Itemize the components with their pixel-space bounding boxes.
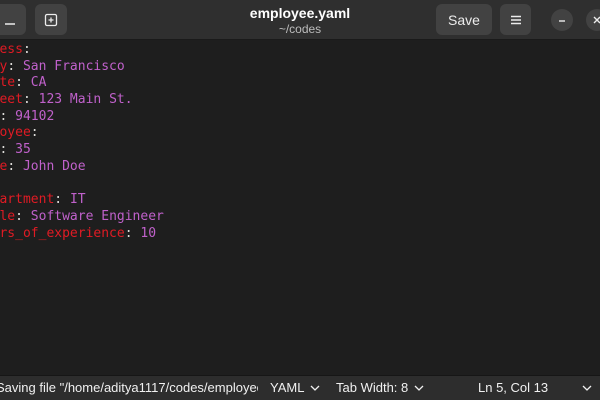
yaml-separator: :	[0, 142, 16, 158]
minimize-button[interactable]	[551, 9, 573, 31]
code-line: ddress:	[0, 42, 164, 59]
window-title: employee.yaml	[249, 5, 351, 21]
yaml-key: title	[0, 208, 16, 224]
yaml-key: state	[0, 75, 16, 91]
save-button[interactable]: Save	[436, 4, 492, 35]
yaml-separator: :	[22, 42, 31, 57]
yaml-value: IT	[69, 192, 86, 208]
yaml-value: 123 Main St.	[38, 92, 133, 108]
header-bar: employee.yaml ~/codes Save	[0, 0, 600, 40]
yaml-key: mployee	[0, 125, 31, 141]
yaml-separator: :	[15, 208, 31, 224]
code-line: mployee:	[0, 125, 164, 142]
code-line: street: 123 Main St.	[0, 92, 164, 109]
open-button[interactable]	[0, 4, 26, 35]
yaml-value: 10	[140, 225, 157, 241]
main-menu-button[interactable]	[500, 4, 531, 35]
window-title-area: employee.yaml ~/codes	[200, 4, 400, 36]
yaml-value: 94102	[15, 108, 55, 124]
status-bar: Saving file "/home/aditya1117/codes/empl…	[0, 375, 600, 400]
yaml-separator: :	[124, 225, 141, 241]
code-line: years_of_experience: 10	[0, 226, 164, 243]
chevron-down-icon	[582, 380, 592, 395]
yaml-separator: :	[15, 75, 31, 91]
yaml-separator: :	[7, 58, 23, 74]
yaml-key: years_of_experience	[0, 225, 125, 241]
code-line: city: San Francisco	[0, 59, 164, 76]
yaml-separator: :	[0, 108, 16, 124]
text-editor-area[interactable]: ddress:city: San Franciscostate: CAstree…	[0, 41, 600, 375]
new-tab-button[interactable]	[35, 4, 67, 35]
cursor-position[interactable]: Ln 5, Col 13	[478, 380, 548, 395]
yaml-key: ddress	[0, 42, 23, 57]
chevron-down-icon	[310, 380, 320, 395]
yaml-key: department	[0, 192, 55, 208]
hamburger-menu-icon	[510, 15, 521, 24]
status-message: Saving file "/home/aditya1117/codes/empl…	[0, 380, 258, 395]
yaml-separator: :	[54, 192, 70, 208]
code-line: name: John Doe	[0, 159, 164, 176]
code-line: state: CA	[0, 75, 164, 92]
yaml-separator: :	[30, 125, 39, 141]
window-subtitle: ~/codes	[278, 22, 322, 36]
language-selector[interactable]: YAML	[270, 380, 320, 395]
tab-width-label: Tab Width: 8	[336, 380, 409, 395]
close-button[interactable]	[586, 9, 600, 31]
chevron-down-icon	[414, 380, 424, 395]
code-line: age: 35	[0, 142, 164, 159]
code-line: department: IT	[0, 192, 164, 209]
minimize-icon	[559, 20, 565, 22]
yaml-value: San Francisco	[22, 58, 125, 74]
code-line: title: Software Engineer	[0, 209, 164, 226]
yaml-separator: :	[7, 158, 23, 174]
editor-lines: ddress:city: San Franciscostate: CAstree…	[0, 42, 164, 242]
yaml-value: John Doe	[22, 158, 86, 174]
close-icon	[593, 16, 600, 24]
code-line: zip: 94102	[0, 109, 164, 126]
yaml-key: street	[0, 92, 23, 108]
yaml-value: CA	[30, 75, 47, 91]
yaml-separator: :	[22, 92, 39, 108]
new-tab-icon	[44, 13, 58, 26]
yaml-value: 35	[15, 142, 31, 158]
language-label: YAML	[270, 380, 305, 395]
open-document-icon	[5, 22, 15, 25]
yaml-value: Software Engineer	[30, 208, 164, 224]
tab-width-selector[interactable]: Tab Width: 8	[336, 380, 424, 395]
overflow-chevron[interactable]	[582, 380, 592, 395]
